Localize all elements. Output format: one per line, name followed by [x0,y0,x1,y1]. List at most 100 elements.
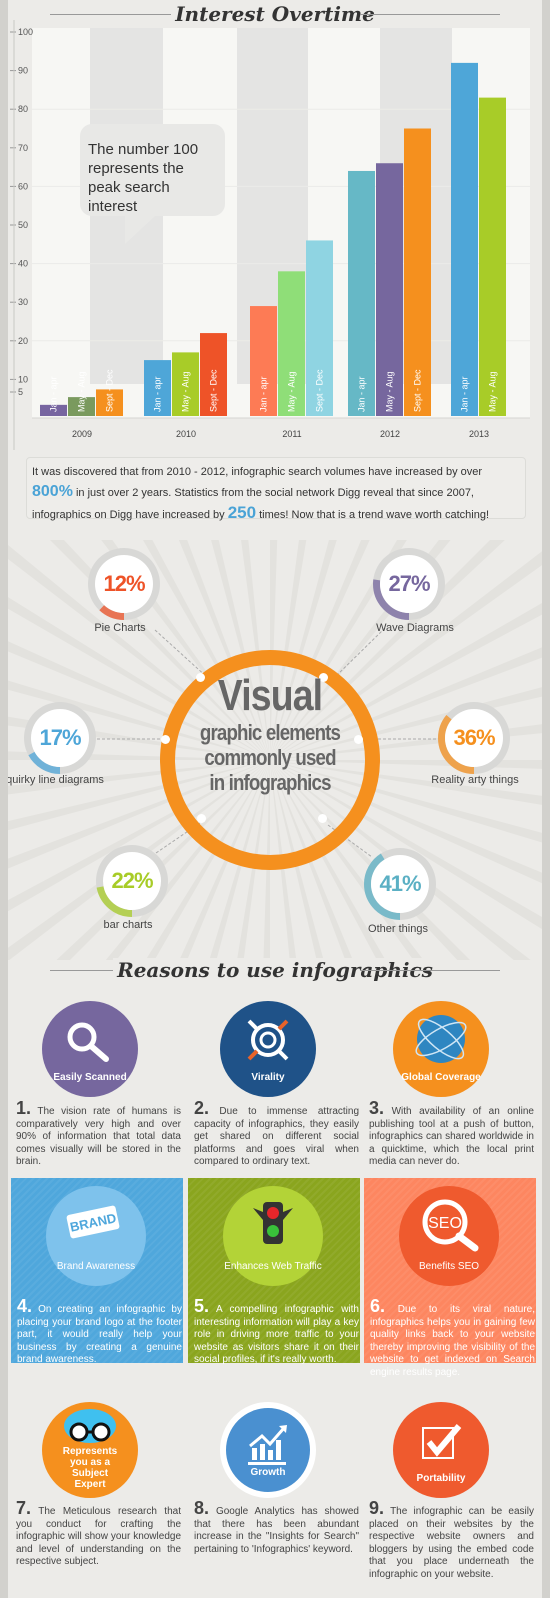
reason-caption: Easily Scanned [53,1072,127,1083]
reason-1-text: 1. The vision rate of humans is comparat… [16,1099,181,1169]
reason-body: Due to its viral nature, infographics he… [370,1304,536,1378]
bar [479,97,506,417]
percent-value: 36% [445,709,503,767]
y-tick-label: 100 [18,27,33,37]
reason-8-text: 8. Google Analytics has showed that ther… [194,1499,359,1556]
y-tick-label: 30 [18,297,28,307]
reason-body: With availability of an online publishin… [369,1106,534,1167]
reason-number: 4. [17,1296,33,1316]
brain-glasses-icon [64,1409,116,1443]
ring-dot [161,735,170,744]
reason-body: A compelling infographic with interestin… [194,1304,359,1365]
percent-value: 22% [103,852,161,910]
peak-interest-callout: The number 100 represents the peak searc… [80,124,225,244]
percent-bubble: 17% [24,702,96,774]
percent-value: 17% [31,709,89,767]
percent-bubble: 27% [373,548,445,620]
reason-6-tile: SEO Benefits SEO 6. Due to its viral nat… [364,1178,536,1378]
seo-magnifier-icon: SEO [422,1199,479,1252]
percent-label: Pie Charts [94,622,146,634]
reason-5-tile: Enhances Web Traffic 5. A compelling inf… [188,1178,360,1365]
y-tick-label: 80 [18,104,28,114]
bar-label: May - Aug [77,371,87,412]
reason-7-text: 7. The Meticulous research that you cond… [16,1499,181,1569]
reason-number: 9. [369,1498,385,1518]
bar-label: Sept - Dec [209,369,219,412]
reason-number: 6. [370,1296,386,1316]
connector-line [154,629,209,679]
connector-line [333,627,386,679]
seo-text: SEO [428,1215,462,1232]
ring-dot [318,814,327,823]
globe-icon [415,1015,467,1063]
y-tick-label: 40 [18,259,28,269]
reason-body: The Meticulous research that you conduct… [16,1506,181,1567]
reason-caption: Virality [251,1072,285,1083]
interest-bar-chart: 5 10 20 30 40 50 60 70 80 90 100 Jan - apr May - Aug… [10,20,530,450]
reason-7-icon-circle: Represents you as a Subject Expert [42,1402,138,1498]
y-tick-label: 20 [18,336,28,346]
reason-3-icon-circle: Global Coverage [393,1001,489,1097]
percent-label: Reality arty things [431,774,519,786]
growth-chart-icon [248,1425,287,1465]
center-line: in infographics [209,770,331,795]
magnifier-icon [67,1022,109,1062]
center-title: Visual [217,671,323,720]
bar-label: May - Aug [488,371,498,412]
percent-bubble: 22% [96,845,168,917]
reason-caption: Growth [250,1467,286,1478]
x-tick-label: 2013 [469,429,489,439]
percent-bubble: 36% [438,702,510,774]
percent-bubble: 41% [364,848,436,920]
bar-label: Jan - apr [153,376,163,412]
stats-text: times! Now that is a trend wave worth ca… [256,509,489,521]
reason-2-icon-circle: Virality [220,1001,316,1097]
percent-value: 41% [371,855,429,913]
reason-8-icon-circle: Growth [220,1402,316,1498]
reason-number: 3. [369,1098,385,1118]
percent-value: 12% [95,555,153,613]
bar-label: May - Aug [181,371,191,412]
y-tick-label: 50 [18,220,28,230]
reason-caption: Represents you as a Subject Expert [62,1446,118,1490]
reason-body: Google Analytics has showed that there h… [194,1506,359,1555]
reasons-title: Reasons to use infographics [50,958,500,982]
reason-9-icon-circle: Portability [393,1402,489,1498]
reason-caption: Global Coverage [401,1072,481,1083]
reason-caption: Brand Awareness [56,1261,136,1272]
bar-label: Sept - Dec [315,369,325,412]
center-text: Visual graphic elements commonly used in… [175,671,365,796]
reason-body: On creating an infographic by placing yo… [17,1304,182,1365]
bar-label: Jan - apr [49,376,59,412]
reason-number: 5. [194,1296,210,1316]
stat-250: 250 [227,503,257,522]
reason-5-icon-circle: Enhances Web Traffic [223,1186,323,1286]
y-tick-label: 5 [18,387,23,397]
percent-value: 27% [380,555,438,613]
y-tick-label: 90 [18,66,28,76]
center-line: commonly used [204,745,336,770]
center-line: graphic elements [199,720,341,745]
reason-4-text: 4. On creating an infographic by placing… [17,1297,182,1367]
bar-label: Sept - Dec [105,369,115,412]
reason-number: 7. [16,1498,32,1518]
virality-icon [247,1019,289,1061]
reason-4-tile: BRAND Brand Awareness 4. On creating an … [11,1178,183,1365]
ring-dot [197,814,206,823]
y-tick-label: 10 [18,374,28,384]
bar-label: Jan - apr [259,376,269,412]
stats-box: It was discovered that from 2010 - 2012,… [26,457,526,522]
percent-bubble: 12% [88,548,160,620]
reason-number: 1. [16,1098,32,1118]
bar-label: Sept - Dec [413,369,423,412]
y-tick-label: 60 [18,181,28,191]
percent-label: quirky line diagrams [6,774,104,786]
stats-text: It was discovered that from 2010 - 2012,… [32,466,483,478]
reason-caption: Benefits SEO [418,1261,480,1272]
reason-caption: Enhances Web Traffic [224,1261,322,1272]
reason-caption: Portability [416,1473,466,1484]
reason-2-text: 2. Due to immense attracting capacity of… [194,1099,359,1169]
x-tick-label: 2011 [282,429,301,439]
percent-label: bar charts [103,919,153,931]
y-tick-label: 70 [18,143,28,153]
